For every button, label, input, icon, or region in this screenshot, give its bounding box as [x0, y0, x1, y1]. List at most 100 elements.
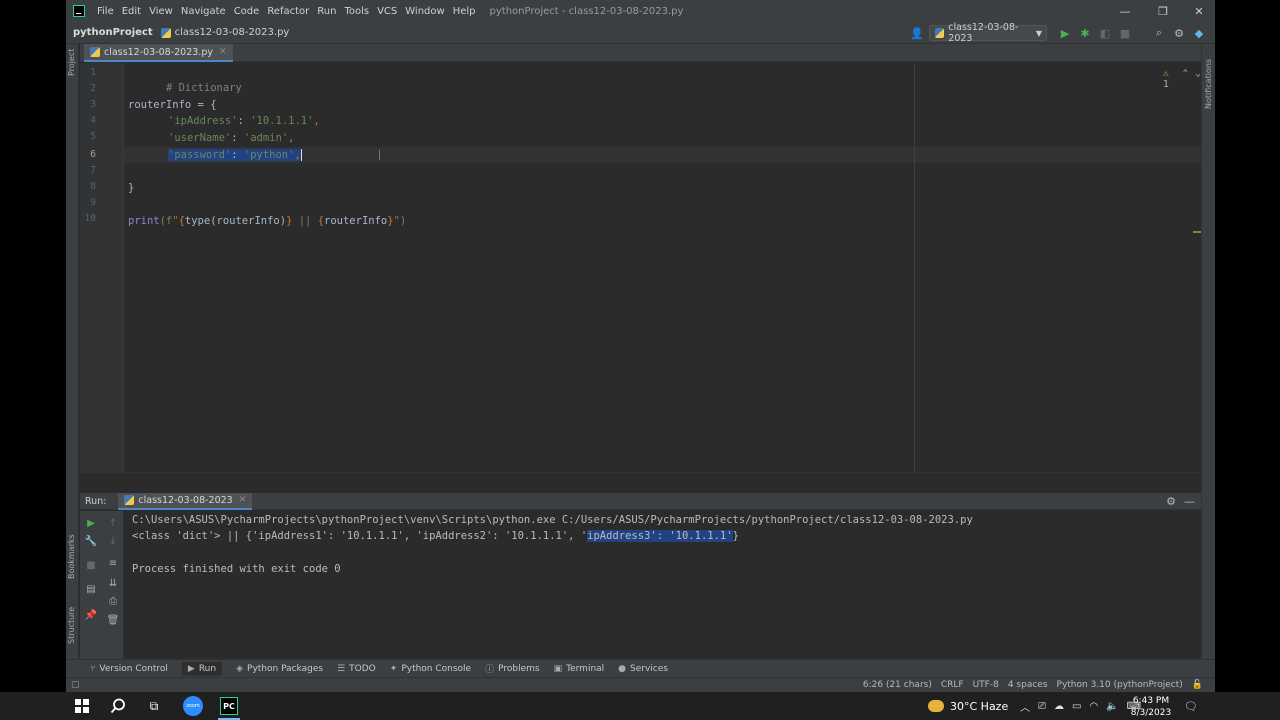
run-header-actions: ⚙ — [1166, 493, 1195, 510]
run-toolbar: ▶ ↑ 🔧 ↓ ■ ≡ ▤ ⇊ ⎙ 📌 🗑 [80, 511, 124, 659]
console-command-line: C:\Users\ASUS\PycharmProjects\pythonProj… [132, 514, 973, 526]
tool-tab-python-packages[interactable]: ◈ Python Packages [236, 664, 323, 674]
onedrive-icon[interactable]: ☁ [1054, 701, 1064, 712]
system-clock[interactable]: 6:43 PM 8/3/2023 [1126, 695, 1176, 719]
windows-start-icon[interactable] [64, 692, 100, 720]
scrollbar-warning-marker[interactable] [1193, 231, 1201, 233]
arrow-up-icon[interactable]: ↑ [105, 515, 121, 531]
code-line-8: } [128, 180, 134, 196]
coverage-icon[interactable]: ◧ [1095, 24, 1115, 42]
run-console[interactable]: C:\Users\ASUS\PycharmProjects\pythonProj… [125, 511, 1201, 659]
menu-edit[interactable]: Edit [122, 6, 141, 17]
zoom-app-button[interactable]: zoom [175, 692, 211, 720]
weather-widget[interactable]: 30°C Haze [928, 692, 1008, 720]
bookmarks-tool-button[interactable]: Bookmarks [67, 534, 76, 579]
run-tab[interactable]: class12-03-08-2023 ✕ [118, 492, 253, 510]
pycharm-app-button[interactable]: PC [211, 692, 247, 720]
close-icon[interactable]: ✕ [1181, 0, 1215, 22]
menu-navigate[interactable]: Navigate [181, 6, 226, 17]
restore-icon[interactable]: ❐ [1145, 0, 1181, 22]
hide-icon[interactable]: — [1184, 495, 1195, 508]
tool-tab-python-console[interactable]: ✦ Python Console [390, 664, 471, 674]
scroll-to-end-icon[interactable]: ⇊ [105, 575, 121, 591]
terminal-icon: ▣ [553, 663, 563, 674]
caret-position[interactable]: 6:26 (21 chars) [863, 680, 932, 690]
menu-code[interactable]: Code [234, 6, 260, 17]
battery-icon[interactable]: ▭ [1072, 701, 1081, 712]
chevron-up-icon[interactable]: ⌃ [1183, 68, 1189, 90]
text-caret [300, 149, 302, 161]
close-tab-icon[interactable]: ✕ [239, 495, 247, 505]
tool-tab-problems[interactable]: ⓘ Problems [485, 662, 540, 676]
editor-tab[interactable]: class12-03-08-2023.py ✕ [84, 44, 233, 62]
rerun-icon[interactable]: ▶ [83, 515, 99, 531]
gear-icon[interactable]: ⚙ [1169, 24, 1189, 42]
layout-icon[interactable]: ▤ [83, 581, 99, 597]
layout-toggle-icon[interactable]: ▢ [71, 680, 80, 690]
code-editor[interactable]: 1 2 3 4 5 6 7 8 9 10 # Dictionary router… [80, 63, 1201, 473]
menu-file[interactable]: File [97, 6, 114, 17]
menu-run[interactable]: Run [317, 6, 336, 17]
python-interpreter[interactable]: Python 3.10 (pythonProject) [1057, 680, 1183, 690]
menu-help[interactable]: Help [453, 6, 476, 17]
file-encoding[interactable]: UTF-8 [973, 680, 999, 690]
code-comma: , [288, 132, 295, 144]
python-file-icon [935, 28, 945, 38]
minimize-icon[interactable]: — [1107, 0, 1143, 22]
soft-wrap-icon[interactable]: ≡ [105, 555, 121, 571]
project-tool-button[interactable]: Project [67, 49, 76, 76]
print-icon[interactable]: ⎙ [105, 593, 121, 609]
tool-tab-terminal[interactable]: ▣ Terminal [554, 664, 605, 674]
structure-tool-button[interactable]: Structure [67, 607, 76, 644]
python-file-icon [124, 495, 135, 505]
tool-tab-services[interactable]: ● Services [618, 664, 668, 674]
jetbrains-icon[interactable]: ◆ [1189, 24, 1209, 42]
chevron-down-icon[interactable]: ⌄ [1195, 68, 1201, 90]
search-icon[interactable]: ⌕ [1149, 24, 1169, 42]
tool-tab-run[interactable]: ▶ Run [181, 661, 223, 676]
menu-vcs[interactable]: VCS [377, 6, 397, 17]
run-icon[interactable]: ▶ [1055, 24, 1075, 42]
menu-tools[interactable]: Tools [344, 6, 369, 17]
wrench-icon[interactable]: 🔧 [83, 533, 99, 549]
breadcrumb-project[interactable]: pythonProject [73, 27, 153, 38]
breadcrumb-file[interactable]: class12-03-08-2023.py [175, 27, 290, 38]
task-view-icon[interactable]: ⧉ [136, 692, 172, 720]
notification-center-icon[interactable]: 🗨 [1183, 692, 1199, 720]
indent-setting[interactable]: 4 spaces [1008, 680, 1048, 690]
code-text: ") [393, 215, 407, 227]
branch-icon: ⑂ [90, 663, 96, 674]
pin-icon[interactable]: 📌 [83, 607, 99, 623]
menu-view[interactable]: View [149, 6, 173, 17]
user-icon[interactable]: 👤 [905, 24, 929, 42]
inspection-widget[interactable]: ⚠ 1 ⌃ ⌄ [1163, 68, 1201, 90]
arrow-down-icon[interactable]: ↓ [105, 533, 121, 549]
menu-window[interactable]: Window [405, 6, 444, 17]
right-margin-guide [914, 63, 915, 472]
menu-refactor[interactable]: Refactor [267, 6, 309, 17]
debug-icon[interactable]: ✱ [1075, 24, 1095, 42]
tool-tab-version-control[interactable]: ⑂ Version Control [90, 664, 168, 674]
tool-tab-todo[interactable]: ☰ TODO [337, 664, 376, 674]
right-tool-stripe: Notifications [1201, 44, 1215, 674]
lock-icon[interactable]: 🔓 [1192, 680, 1203, 690]
wifi-icon[interactable]: ◠ [1089, 701, 1098, 712]
run-config-select[interactable]: class12-03-08-2023 ▼ [929, 22, 1047, 44]
python-console-icon: ✦ [389, 663, 398, 674]
meet-now-icon[interactable]: ⎚ [1038, 701, 1046, 712]
weather-icon [928, 700, 944, 712]
chevron-up-icon[interactable]: ︿ [1020, 699, 1030, 714]
stop-icon[interactable]: ■ [83, 557, 99, 573]
close-tab-icon[interactable]: ✕ [219, 47, 227, 57]
run-label: Run: [85, 495, 107, 507]
trash-icon[interactable]: 🗑 [105, 612, 121, 628]
volume-icon[interactable]: 🔈 [1106, 701, 1118, 712]
notifications-tool-button[interactable]: Notifications [1204, 59, 1213, 109]
dict-value: 'admin' [243, 132, 289, 144]
gear-icon[interactable]: ⚙ [1166, 495, 1176, 508]
search-icon[interactable] [100, 692, 136, 720]
console-output-line: <class 'dict'> || {'ipAddress1': '10.1.1… [132, 528, 739, 544]
line-separator[interactable]: CRLF [941, 680, 964, 690]
stop-icon[interactable]: ■ [1115, 24, 1135, 42]
code-line-10: print(f"{type(routerInfo)} || {routerInf… [128, 213, 406, 229]
